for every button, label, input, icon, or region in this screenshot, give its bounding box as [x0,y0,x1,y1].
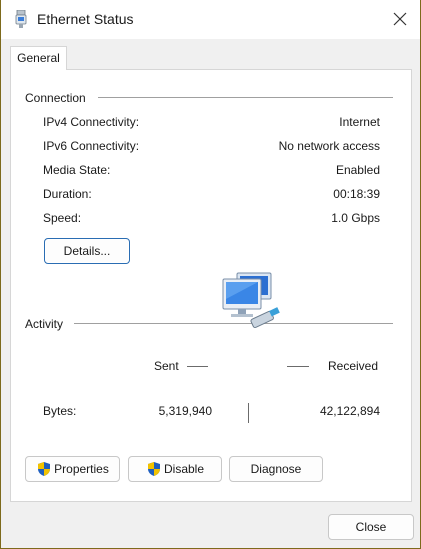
duration-label: Duration: [43,187,92,201]
window-title: Ethernet Status [37,11,134,27]
duration-value: 00:18:39 [333,187,380,201]
sent-label: Sent [154,359,179,373]
received-label: Received [328,359,379,373]
general-panel [10,69,412,502]
properties-label: Properties [54,462,109,476]
ipv4-label: IPv4 Connectivity: [43,115,140,129]
sent-line [187,366,208,367]
media-state-label: Media State: [43,163,111,177]
close-icon[interactable] [389,8,411,30]
bytes-separator [248,403,249,423]
bytes-sent-value: 5,319,940 [158,404,212,418]
network-computers-icon [222,272,280,329]
connection-heading: Connection [25,91,86,105]
media-state-value: Enabled [335,163,380,177]
received-line [287,366,309,367]
tab-general[interactable]: General [10,46,67,70]
details-button[interactable]: Details... [44,238,130,264]
disable-label: Disable [163,462,205,476]
bytes-label: Bytes: [43,404,77,418]
ethernet-status-window: Ethernet Status General Connection IPv4 … [0,0,421,549]
connection-divider [98,97,393,98]
disable-button[interactable]: Disable [128,456,222,482]
bytes-received-value: 42,122,894 [319,404,380,418]
uac-shield-icon [147,462,160,476]
speed-value: 1.0 Gbps [331,211,380,225]
diagnose-button[interactable]: Diagnose [229,456,323,482]
ipv6-value: No network access [278,139,380,153]
ipv6-label: IPv6 Connectivity: [43,139,140,153]
properties-button[interactable]: Properties [25,456,120,482]
ipv4-value: Internet [339,115,380,129]
ethernet-adapter-icon [15,10,27,28]
speed-label: Speed: [43,211,82,225]
activity-heading: Activity [25,317,64,331]
title-bar: Ethernet Status [1,0,420,39]
uac-shield-icon [38,462,51,476]
close-button[interactable]: Close [328,514,414,540]
